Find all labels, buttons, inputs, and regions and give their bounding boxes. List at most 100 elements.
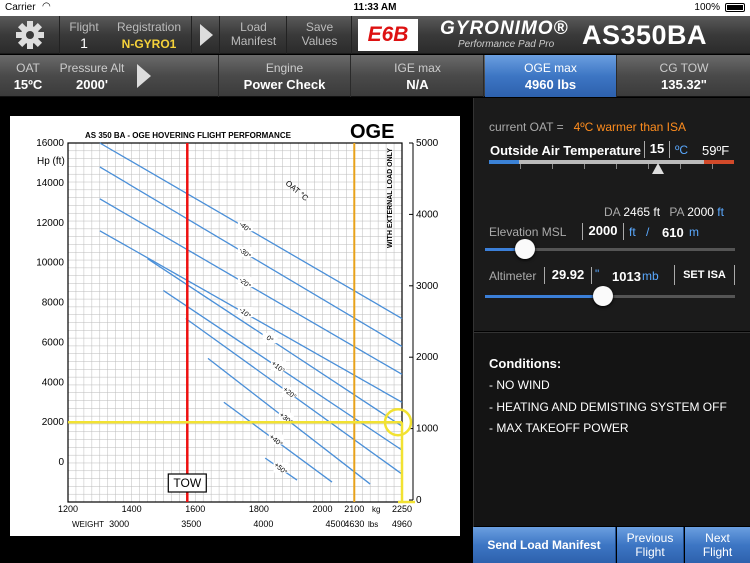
x-tick-lbs: 4000 bbox=[253, 519, 273, 529]
next-label-2: Flight bbox=[702, 545, 733, 559]
chevron-right-icon[interactable] bbox=[137, 64, 151, 88]
y-tick-label: 16000 bbox=[36, 138, 64, 149]
oge-chart-svg: AS 350 BA - OGE HOVERING FLIGHT PERFORMA… bbox=[0, 98, 472, 563]
current-oat-value: 4ºC warmer than ISA bbox=[573, 120, 687, 134]
settings-button[interactable] bbox=[0, 16, 60, 54]
save-label-2: Values bbox=[301, 34, 338, 48]
current-oat-line: current OAT = 4ºC warmer than ISA bbox=[489, 120, 686, 134]
oat-c-unit: ºC bbox=[675, 143, 689, 157]
y-tick-label: 6000 bbox=[42, 337, 65, 348]
temperature-pointer[interactable] bbox=[652, 163, 665, 174]
engine-tab[interactable]: Engine Power Check bbox=[218, 55, 351, 97]
altimeter-slider-fill bbox=[485, 295, 603, 298]
x-tick-kg: 1600 bbox=[185, 504, 205, 514]
send-load-manifest-button[interactable]: Send Load Manifest bbox=[473, 527, 616, 563]
x-tick-kg: 1400 bbox=[122, 504, 142, 514]
save-values-button[interactable]: Save Values bbox=[288, 16, 352, 54]
next-label-1: Next bbox=[705, 531, 730, 545]
gear-icon bbox=[16, 21, 44, 49]
registration-value: N-GYRO1 bbox=[121, 37, 177, 51]
registration-field[interactable]: Registration N-GYRO1 bbox=[107, 16, 192, 54]
previous-label-2: Flight bbox=[635, 545, 665, 559]
x-weight-label: WEIGHT bbox=[72, 520, 104, 529]
oge-chart[interactable]: AS 350 BA - OGE HOVERING FLIGHT PERFORMA… bbox=[0, 98, 472, 563]
elevation-ft-input[interactable]: 2000 bbox=[582, 223, 624, 240]
x-tick-lbs: 4960 bbox=[392, 519, 412, 529]
set-isa-button[interactable]: SET ISA bbox=[674, 265, 735, 285]
y-axis-label: Hp (ft) bbox=[37, 156, 65, 167]
cg-label: CG TOW bbox=[659, 61, 709, 75]
x-unit-kg: kg bbox=[372, 505, 380, 514]
elevation-label: Elevation MSL bbox=[489, 225, 567, 239]
oat-value: 15ºC bbox=[13, 77, 43, 92]
oat-tab[interactable]: OAT 15ºC bbox=[0, 55, 56, 97]
right-tick-label: 5000 bbox=[416, 138, 439, 149]
flight-field[interactable]: Flight 1 bbox=[61, 16, 107, 54]
load-manifest-button[interactable]: Load Manifest bbox=[221, 16, 287, 54]
battery-icon bbox=[725, 3, 745, 12]
flight-value: 1 bbox=[80, 35, 88, 51]
status-bar: Carrier ◠ 11:33 AM 100% bbox=[0, 0, 750, 16]
oge-badge: OGE bbox=[350, 121, 394, 143]
engine-value: Power Check bbox=[243, 77, 326, 92]
elevation-m-value: 610 bbox=[662, 225, 684, 240]
oge-tab[interactable]: OGE max 4960 lbs bbox=[485, 55, 617, 97]
ige-label: IGE max bbox=[394, 61, 441, 75]
previous-label-1: Previous bbox=[626, 531, 674, 545]
ige-tab[interactable]: IGE max N/A bbox=[352, 55, 484, 97]
oge-value: 4960 lbs bbox=[524, 77, 577, 92]
current-oat-label: current OAT = bbox=[489, 120, 564, 134]
oat-f-value: 59ºF bbox=[702, 143, 730, 158]
settings-panel: current OAT = 4ºC warmer than ISA Outside… bbox=[473, 98, 750, 563]
right-tick-label: 1000 bbox=[416, 424, 439, 435]
cg-tab[interactable]: CG TOW 135.32" bbox=[618, 55, 750, 97]
x-tick-kg: 2000 bbox=[312, 504, 332, 514]
altimeter-label: Altimeter bbox=[489, 269, 537, 283]
temperature-scale[interactable] bbox=[489, 160, 734, 164]
y-tick-label: 4000 bbox=[42, 377, 65, 388]
altimeter-input[interactable]: 29.92 bbox=[544, 267, 592, 284]
right-tick-label: 2000 bbox=[416, 352, 439, 363]
oat-c-input[interactable]: 15 bbox=[644, 141, 670, 158]
y-tick-label: 12000 bbox=[36, 218, 64, 229]
previous-flight-button[interactable]: Previous Flight bbox=[617, 527, 684, 563]
y-tick-label: 2000 bbox=[42, 417, 65, 428]
condition-item: - MAX TAKEOFF POWER bbox=[489, 421, 629, 435]
condition-item: - HEATING AND DEMISTING SYSTEM OFF bbox=[489, 400, 727, 414]
cg-value: 135.32" bbox=[661, 77, 707, 92]
right-tick-label: 4000 bbox=[416, 209, 439, 220]
next-flight-button[interactable]: Next Flight bbox=[685, 527, 750, 563]
e6b-button[interactable]: E6B bbox=[358, 19, 418, 51]
x-tick-kg: 1800 bbox=[249, 504, 269, 514]
scale-tick bbox=[712, 164, 713, 169]
y-tick-label: 8000 bbox=[42, 298, 65, 309]
da-label: DA bbox=[604, 205, 621, 219]
conditions-title: Conditions: bbox=[489, 356, 562, 371]
x-tick-kg: 1200 bbox=[58, 504, 78, 514]
flight-next-button[interactable] bbox=[193, 16, 220, 54]
x-tick-lbs: 4500 bbox=[326, 519, 346, 529]
pa-label: PA bbox=[669, 205, 684, 219]
scale-tick bbox=[584, 164, 585, 169]
y-tick-label: 14000 bbox=[36, 178, 64, 189]
hot-zone bbox=[704, 160, 734, 164]
x-tick-lbs: 3000 bbox=[109, 519, 129, 529]
ige-value: N/A bbox=[406, 77, 429, 92]
scale-tick bbox=[552, 164, 553, 169]
load-label-2: Manifest bbox=[230, 34, 277, 48]
pa-unit: ft bbox=[717, 205, 724, 219]
altimeter-slider-knob[interactable] bbox=[592, 286, 613, 306]
pa-label: Pressure Alt bbox=[59, 61, 125, 75]
model-name: AS350BA bbox=[582, 20, 708, 50]
engine-label: Engine bbox=[265, 61, 304, 75]
density-altitude-line: DA 2465 ft PA 2000 ft bbox=[604, 205, 724, 219]
scale-tick bbox=[680, 164, 681, 169]
condition-item: - NO WIND bbox=[489, 378, 550, 392]
pressure-alt-tab[interactable]: Pressure Alt 2000' bbox=[56, 55, 128, 97]
right-tick-label: 3000 bbox=[416, 281, 439, 292]
oat-title: Outside Air Temperature bbox=[490, 143, 641, 158]
scale-tick bbox=[616, 164, 617, 169]
elevation-m-unit: m bbox=[689, 225, 699, 239]
elevation-slider-knob[interactable] bbox=[515, 239, 535, 259]
x-tick-lbs: 4630 bbox=[344, 519, 364, 529]
